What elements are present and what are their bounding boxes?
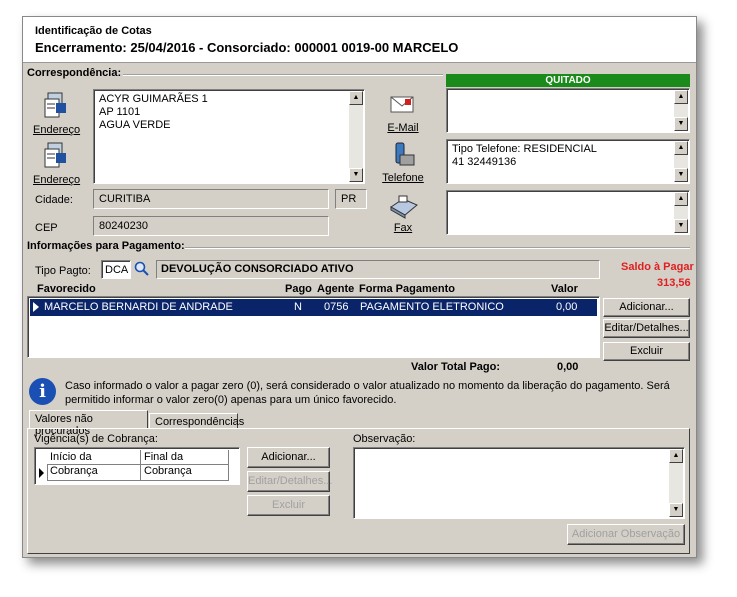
tab-panel: Vigência(s) de Cobrança: Início da Cobra… xyxy=(27,428,690,554)
phone-textarea[interactable]: Tipo Telefone: RESIDENCIAL 41 32449136 ▲… xyxy=(446,139,690,184)
vertical-scrollbar[interactable]: ▲ ▼ xyxy=(674,90,688,131)
editar-favorecido-button[interactable]: Editar/Detalhes... xyxy=(603,319,690,338)
window-title: Identificação de Cotas xyxy=(35,25,152,37)
vertical-scrollbar[interactable]: ▲ ▼ xyxy=(674,141,688,182)
adicionar-favorecido-button[interactable]: Adicionar... xyxy=(603,298,690,317)
col-inicio-cobranca: Início da Cobrança xyxy=(47,450,141,477)
scroll-down-icon[interactable]: ▼ xyxy=(674,168,688,182)
search-icon[interactable] xyxy=(134,261,150,277)
scroll-down-icon[interactable]: ▼ xyxy=(674,117,688,131)
endereco-button-2[interactable]: Endereço xyxy=(33,141,81,186)
saldo-value: 313,56 xyxy=(657,277,691,289)
status-badge: QUITADO xyxy=(446,74,690,87)
fax-button[interactable]: Fax xyxy=(381,193,425,234)
phone-icon xyxy=(395,142,415,166)
vigencia-grid[interactable]: Início da Cobrança Final da Cobrança xyxy=(34,447,240,485)
cep-label: CEP xyxy=(35,222,58,234)
main-window: Identificação de Cotas Encerramento: 25/… xyxy=(22,16,697,558)
cep-field: 80240230 xyxy=(93,216,329,236)
cell-pago: N xyxy=(294,301,302,313)
tab-valores-nao-procurados[interactable]: Valores não procurados xyxy=(29,410,148,437)
editar-vigencia-button[interactable]: Editar/Detalhes... xyxy=(247,471,332,492)
endereco-button-1[interactable]: Endereço xyxy=(33,91,81,136)
cidade-field: CURITIBA xyxy=(93,189,329,209)
vigencia-label: Vigência(s) de Cobrança: xyxy=(34,433,158,445)
observacao-textarea[interactable]: ▲ ▼ xyxy=(353,447,685,519)
row-pointer-icon xyxy=(39,468,44,478)
col-forma: Forma Pagamento xyxy=(359,283,455,295)
total-label: Valor Total Pago: xyxy=(411,361,501,373)
tipo-pagto-label: Tipo Pagto: xyxy=(35,265,91,277)
scroll-down-icon[interactable]: ▼ xyxy=(669,503,683,517)
table-row[interactable]: MARCELO BERNARDI DE ANDRADE N 0756 PAGAM… xyxy=(30,299,597,316)
cell-forma: PAGAMENTO ELETRONICO xyxy=(360,301,504,313)
scroll-up-icon[interactable]: ▲ xyxy=(674,90,688,104)
email-label: E-Mail xyxy=(387,122,419,134)
scroll-up-icon[interactable]: ▲ xyxy=(674,141,688,155)
window-subtitle: Encerramento: 25/04/2016 - Consorciado: … xyxy=(35,40,459,55)
scroll-up-icon[interactable]: ▲ xyxy=(674,192,688,206)
endereco-label: Endereço xyxy=(33,124,81,136)
col-valor: Valor xyxy=(551,283,578,295)
col-pago: Pago xyxy=(285,283,312,295)
observacao-label: Observação: xyxy=(353,433,416,445)
col-final-cobranca: Final da Cobrança xyxy=(141,450,229,477)
section-divider xyxy=(123,74,443,76)
uf-field: PR xyxy=(335,189,367,209)
window-header: Identificação de Cotas Encerramento: 25/… xyxy=(23,17,696,63)
vertical-scrollbar[interactable]: ▲ ▼ xyxy=(669,449,683,517)
excluir-vigencia-button[interactable]: Excluir xyxy=(247,495,330,516)
phone-line-1: Tipo Telefone: RESIDENCIAL xyxy=(452,143,597,155)
scroll-down-icon[interactable]: ▼ xyxy=(674,219,688,233)
saldo-label: Saldo à Pagar xyxy=(621,261,694,273)
favorecidos-grid[interactable]: MARCELO BERNARDI DE ANDRADE N 0756 PAGAM… xyxy=(27,296,600,358)
info-message: Caso informado o valor a pagar zero (0),… xyxy=(65,380,670,406)
telefone-label: Telefone xyxy=(382,172,424,184)
endereco-label: Endereço xyxy=(33,174,81,186)
tipo-pagto-input[interactable]: DCA xyxy=(101,260,131,279)
pagamento-section-label: Informações para Pagamento: xyxy=(27,240,185,252)
address-textarea[interactable]: ACYR GUIMARÃES 1 AP 1101 AGUA VERDE ▲ ▼ xyxy=(93,89,365,184)
cell-final[interactable] xyxy=(141,465,229,481)
total-value: 0,00 xyxy=(557,361,579,373)
cidade-label: Cidade: xyxy=(35,194,73,206)
cell-favorecido: MARCELO BERNARDI DE ANDRADE xyxy=(44,301,233,313)
cell-valor: 0,00 xyxy=(556,301,578,313)
adicionar-vigencia-button[interactable]: Adicionar... xyxy=(247,447,330,468)
fax-textarea[interactable]: ▲ ▼ xyxy=(446,190,690,235)
vertical-scrollbar[interactable]: ▲ ▼ xyxy=(674,192,688,233)
cell-inicio[interactable] xyxy=(47,465,141,481)
section-divider xyxy=(185,247,690,249)
fax-label: Fax xyxy=(393,222,413,234)
email-textarea[interactable]: ▲ ▼ xyxy=(446,88,690,133)
telefone-button[interactable]: Telefone xyxy=(381,141,425,184)
scroll-up-icon[interactable]: ▲ xyxy=(669,449,683,463)
cell-agente: 0756 xyxy=(324,301,349,313)
vertical-scrollbar[interactable]: ▲ ▼ xyxy=(349,91,363,182)
scroll-up-icon[interactable]: ▲ xyxy=(349,91,363,105)
adicionar-observacao-button[interactable]: Adicionar Observação xyxy=(567,524,685,545)
col-favorecido: Favorecido xyxy=(37,283,96,295)
tipo-pagto-description: DEVOLUÇÃO CONSORCIADO ATIVO xyxy=(156,260,600,279)
correspondencia-section-label: Correspondência: xyxy=(27,67,122,79)
col-agente: Agente xyxy=(317,283,355,295)
email-button[interactable]: E-Mail xyxy=(381,91,425,134)
address-book-icon xyxy=(44,142,66,168)
address-book-icon xyxy=(44,92,66,118)
address-line-2: AP 1101 xyxy=(99,106,141,118)
info-icon: i xyxy=(29,378,56,405)
address-line-1: ACYR GUIMARÃES 1 xyxy=(99,93,208,105)
address-line-3: AGUA VERDE xyxy=(99,119,171,131)
excluir-favorecido-button[interactable]: Excluir xyxy=(603,342,690,361)
tab-correspondencias[interactable]: Correspondências xyxy=(149,413,244,429)
fax-icon xyxy=(390,195,418,219)
scroll-down-icon[interactable]: ▼ xyxy=(349,168,363,182)
email-icon xyxy=(390,96,414,113)
phone-line-2: 41 32449136 xyxy=(452,156,517,168)
